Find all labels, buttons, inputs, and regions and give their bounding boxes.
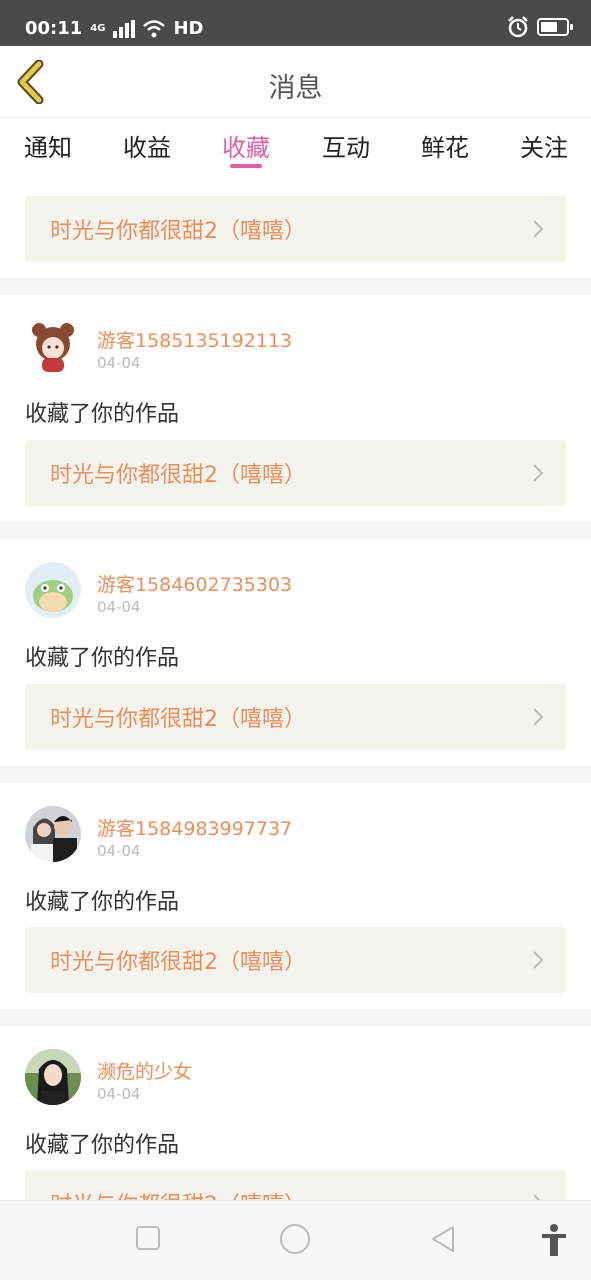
back-nav-icon[interactable] xyxy=(429,1225,457,1253)
action-text: 收藏了你的作品 xyxy=(25,1133,180,1158)
tab-interactions[interactable]: 互动 xyxy=(322,128,370,163)
cartoon-dino-avatar-icon xyxy=(25,562,81,618)
home-icon[interactable] xyxy=(279,1223,311,1255)
hd-label: HD xyxy=(173,18,204,39)
alarm-icon xyxy=(508,16,528,38)
work-title: 时光与你都很甜2（嘻嘻） xyxy=(50,219,306,244)
status-time: 00:11 xyxy=(25,18,83,39)
accessibility-icon[interactable] xyxy=(540,1223,568,1257)
work-title: 时光与你都很甜2（嘻嘻） xyxy=(50,463,306,488)
avatar[interactable] xyxy=(25,318,81,374)
page-title: 消息 xyxy=(268,73,323,104)
username[interactable]: 游客1584602735303 xyxy=(97,570,292,597)
tab-notifications[interactable]: 通知 xyxy=(24,128,72,163)
action-text: 收藏了你的作品 xyxy=(25,890,180,915)
avatar[interactable] xyxy=(25,562,81,618)
tab-following[interactable]: 关注 xyxy=(520,128,568,163)
tab-favorites[interactable]: 收藏 xyxy=(222,128,270,163)
chevron-right-icon xyxy=(533,464,544,482)
work-card[interactable]: 时光与你都很甜2（嘻嘻） xyxy=(25,440,566,506)
avatar[interactable] xyxy=(25,806,81,862)
section-divider xyxy=(0,766,591,783)
avatar[interactable] xyxy=(25,1049,81,1105)
status-bar: 00:11 4G HD xyxy=(0,0,591,46)
network-label: 4G xyxy=(90,23,106,34)
item-date: 04-04 xyxy=(97,354,141,372)
system-nav-bar xyxy=(0,1200,591,1280)
chevron-right-icon xyxy=(533,951,544,969)
item-date: 04-04 xyxy=(97,1085,141,1103)
girl-photo-avatar-icon xyxy=(25,1049,81,1105)
section-divider xyxy=(0,522,591,539)
section-divider xyxy=(0,1009,591,1026)
action-text: 收藏了你的作品 xyxy=(25,402,180,427)
chevron-right-icon xyxy=(533,708,544,726)
work-card[interactable]: 时光与你都很甜2（嘻嘻） xyxy=(25,196,566,262)
work-title: 时光与你都很甜2（嘻嘻） xyxy=(50,950,306,975)
work-title: 时光与你都很甜2（嘻嘻） xyxy=(50,707,306,732)
header: 消息 xyxy=(0,46,591,118)
anime-girl-avatar-icon xyxy=(25,318,81,374)
tab-bar: 通知 收益 收藏 互动 鲜花 关注 xyxy=(0,118,591,178)
username[interactable]: 游客1585135192113 xyxy=(97,326,292,353)
item-date: 04-04 xyxy=(97,842,141,860)
action-text: 收藏了你的作品 xyxy=(25,646,180,671)
tab-flowers[interactable]: 鲜花 xyxy=(421,128,469,163)
work-card[interactable]: 时光与你都很甜2（嘻嘻） xyxy=(25,927,566,993)
battery-icon xyxy=(537,18,573,36)
wifi-icon xyxy=(143,19,166,37)
section-divider xyxy=(0,278,591,295)
username[interactable]: 游客1584983997737 xyxy=(97,814,292,841)
signal-icon xyxy=(113,19,136,38)
couple-photo-avatar-icon xyxy=(25,806,81,862)
recent-apps-icon[interactable] xyxy=(135,1225,161,1251)
tab-earnings[interactable]: 收益 xyxy=(123,128,171,163)
active-tab-indicator xyxy=(230,164,262,168)
username[interactable]: 濒危的少女 xyxy=(97,1057,192,1084)
item-date: 04-04 xyxy=(97,598,141,616)
chevron-right-icon xyxy=(533,220,544,238)
work-card[interactable]: 时光与你都很甜2（嘻嘻） xyxy=(25,684,566,750)
